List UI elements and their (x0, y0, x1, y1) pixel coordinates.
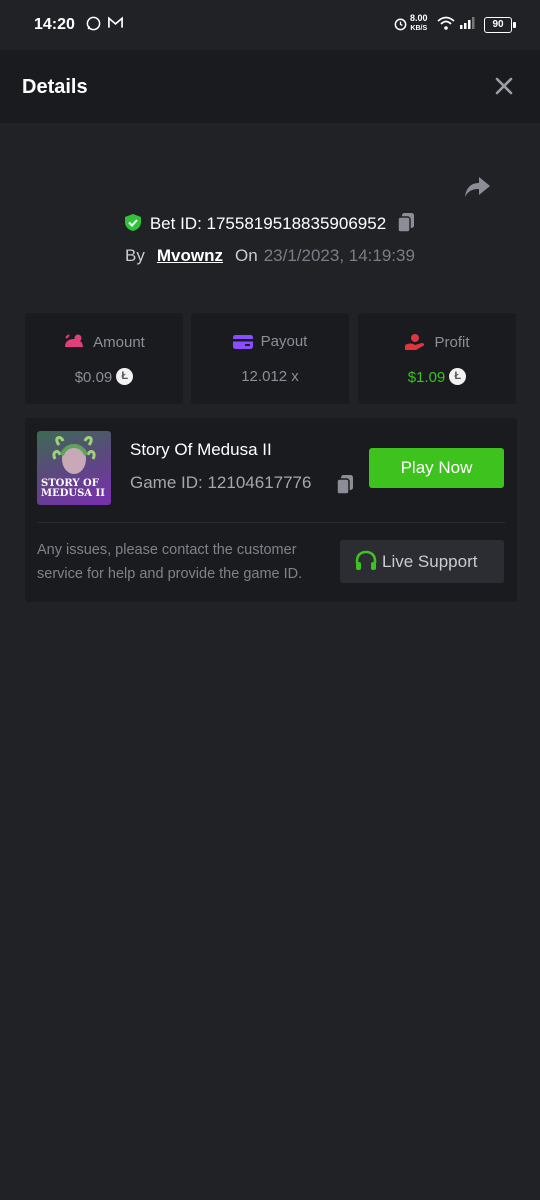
on-label: On (235, 246, 258, 265)
copy-bet-id-icon[interactable] (396, 212, 416, 238)
live-support-label: Live Support (382, 551, 478, 571)
amount-value: $0.09 (74, 369, 113, 386)
profit-label: Profit (434, 334, 470, 351)
amount-label-row: Amount (25, 333, 183, 351)
litecoin-icon (116, 368, 134, 385)
close-icon[interactable] (490, 72, 518, 100)
network-speed: 8.00 KB/S (410, 14, 428, 33)
profit-value: $1.09 (407, 369, 446, 386)
bet-id-row: Bet ID: 1755819518835906952 (0, 212, 540, 238)
bet-datetime: 23/1/2023, 14:19:39 (263, 246, 415, 265)
net-speed-value: 8.00 (410, 13, 428, 23)
payout-value-row: 12.012 x (191, 368, 349, 385)
status-bar: 14:20 8.00 KB/S 90 (0, 0, 540, 50)
payout-value: 12.012 x (241, 368, 299, 385)
payout-label-row: Payout (191, 333, 349, 350)
game-id: Game ID: 12104617776 (130, 473, 312, 492)
alarm-icon (393, 16, 408, 34)
litecoin-icon (449, 368, 467, 385)
profit-value-row: $1.09 (358, 368, 516, 386)
game-card: STORY OF MEDUSA II Story Of Medusa II Ga… (25, 418, 517, 602)
game-thumbnail[interactable]: STORY OF MEDUSA II (37, 431, 111, 505)
amount-card: Amount $0.09 (25, 313, 183, 404)
shield-check-icon (124, 213, 142, 237)
game-name: Story Of Medusa II (130, 440, 272, 459)
bet-meta-row: By Mvownz On 23/1/2023, 14:19:39 (0, 246, 540, 266)
whatsapp-icon (86, 16, 101, 34)
net-speed-unit: KB/S (410, 25, 428, 32)
hand-coin-icon (405, 334, 425, 350)
by-label: By (125, 246, 145, 265)
amount-icon (65, 334, 84, 347)
amount-label: Amount (93, 334, 145, 351)
bet-stats: Amount $0.09 Payout 12.012 x Profit $1.0… (25, 313, 517, 404)
username-link[interactable]: Mvownz (157, 246, 223, 265)
divider (37, 522, 505, 523)
live-support-button[interactable]: Live Support (340, 540, 504, 583)
medusa-art-icon (52, 436, 96, 474)
details-header: Details (0, 50, 540, 123)
thumb-title: STORY OF MEDUSA II (41, 479, 105, 499)
support-notice: Any issues, please contact the customer … (37, 542, 303, 582)
copy-game-id-icon[interactable] (335, 474, 355, 500)
bet-id: Bet ID: 1755819518835906952 (149, 214, 387, 233)
status-time: 14:20 (34, 16, 75, 33)
share-icon[interactable] (462, 174, 492, 202)
wallet-icon (232, 335, 253, 349)
page-title: Details (22, 76, 88, 98)
signal-icon (459, 16, 475, 33)
headset-icon (355, 550, 377, 570)
profit-label-row: Profit (358, 333, 516, 351)
amount-value-row: $0.09 (25, 368, 183, 386)
battery-indicator: 90 (484, 17, 516, 33)
thumb-line-2: MEDUSA II (41, 488, 105, 499)
payout-label: Payout (260, 333, 308, 350)
gmail-icon (108, 16, 123, 32)
play-now-button[interactable]: Play Now (369, 448, 504, 488)
payout-card: Payout 12.012 x (191, 313, 349, 404)
wifi-icon (437, 16, 455, 34)
profit-card: Profit $1.09 (358, 313, 516, 404)
